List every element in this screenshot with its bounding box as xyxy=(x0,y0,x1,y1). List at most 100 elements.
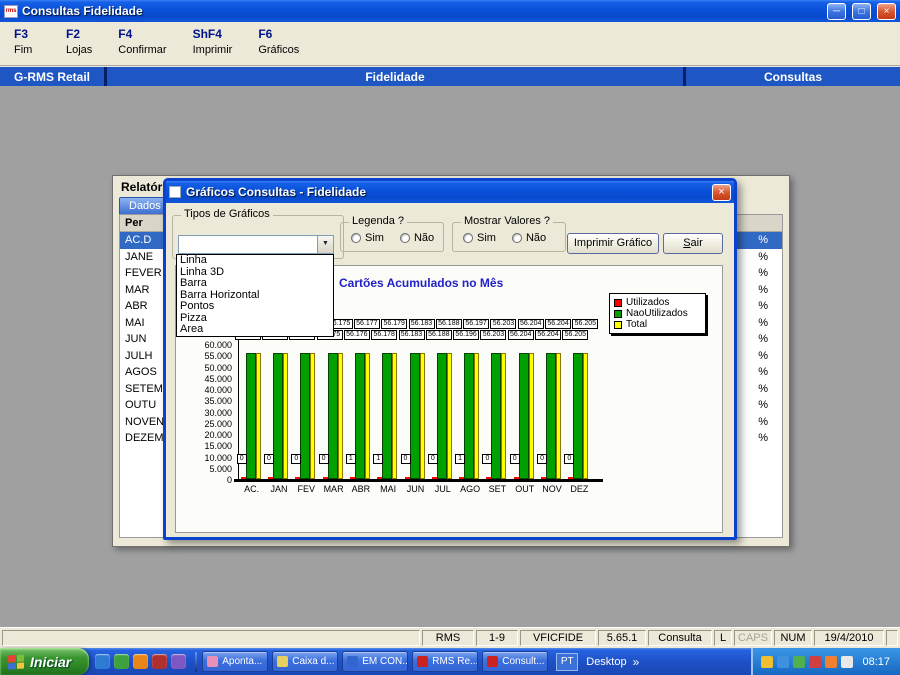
task-button-1[interactable]: Aponta... xyxy=(202,651,268,672)
legend-groupbox: Legenda ? Sim Não xyxy=(340,222,444,252)
chevron-right-icon[interactable]: » xyxy=(633,655,640,669)
quick-launch-icon-5[interactable] xyxy=(171,654,186,669)
window-title: Consultas Fidelidade xyxy=(22,4,821,18)
print-chart-button[interactable]: Imprimir Gráfico xyxy=(567,233,659,254)
y-axis-tick-label: 45.000 xyxy=(176,374,232,384)
task-button-4[interactable]: RMS Re... xyxy=(412,651,478,672)
row-percent: % xyxy=(758,432,777,444)
tray-icon-4[interactable] xyxy=(809,656,821,668)
quick-launch-icon-1[interactable] xyxy=(95,654,110,669)
status-mode: Consulta xyxy=(648,630,712,646)
value-label-naoutilizados: 56.178 xyxy=(371,330,397,340)
desktop-toolbar[interactable]: Desktop » xyxy=(586,655,639,669)
fkey-shf4-imprimir[interactable]: ShF4 Imprimir xyxy=(193,27,233,65)
row-label: AGOS xyxy=(125,366,157,378)
bar-naoutilizados xyxy=(546,353,556,479)
tray-icon-5[interactable] xyxy=(825,656,837,668)
start-label: Iniciar xyxy=(30,654,71,670)
bar-naoutilizados xyxy=(437,353,447,479)
chart-type-dropdown-list: Linha Linha 3D Barra Barra Horizontal Po… xyxy=(176,254,334,337)
bar-naoutilizados xyxy=(355,353,365,479)
dialog-close-button[interactable]: × xyxy=(712,184,731,201)
dialog-icon xyxy=(169,186,181,198)
quick-launch-icon-4[interactable] xyxy=(152,654,167,669)
y-axis-tick-label: 35.000 xyxy=(176,396,232,406)
status-date: 19/4/2010 xyxy=(814,630,884,646)
dropdown-option-pontos[interactable]: Pontos xyxy=(177,301,333,313)
task-label: RMS Re... xyxy=(432,656,478,667)
bar-total xyxy=(283,353,288,479)
x-axis-label: AC. xyxy=(237,484,267,494)
fkey-f2-lojas[interactable]: F2 Lojas xyxy=(66,27,92,65)
radio-icon xyxy=(400,233,410,243)
value-label-utilizados: 0 xyxy=(401,454,411,464)
row-label: DEZEM xyxy=(125,432,164,444)
row-percent: % xyxy=(758,366,777,378)
tray-icon-3[interactable] xyxy=(793,656,805,668)
window-icon xyxy=(487,656,498,667)
task-label: EM CON... xyxy=(362,656,408,667)
radio-label: Sim xyxy=(365,232,384,244)
restore-button[interactable]: □ xyxy=(852,3,871,20)
legend-nao-radio[interactable]: Não xyxy=(400,232,434,244)
bar-naoutilizados xyxy=(246,353,256,479)
taskbar: Iniciar Aponta... Caixa d... EM CON... R… xyxy=(0,648,900,675)
dropdown-option-barra-horizontal[interactable]: Barra Horizontal xyxy=(177,290,333,302)
window-icon xyxy=(417,656,428,667)
value-label-utilizados: 1 xyxy=(455,454,465,464)
dropdown-option-barra[interactable]: Barra xyxy=(177,278,333,290)
dropdown-option-area[interactable]: Área xyxy=(177,324,333,336)
fkey-f4-confirmar[interactable]: F4 Confirmar xyxy=(118,27,166,65)
language-indicator[interactable]: PT xyxy=(556,653,578,671)
dropdown-option-pizza[interactable]: Pizza xyxy=(177,313,333,325)
dropdown-option-linha3d[interactable]: Linha 3D xyxy=(177,267,333,279)
taskbar-clock: 08:17 xyxy=(862,656,890,668)
task-button-3[interactable]: EM CON... xyxy=(342,651,408,672)
legend-label: Total xyxy=(626,319,647,330)
legend-sim-radio[interactable]: Sim xyxy=(351,232,384,244)
start-button[interactable]: Iniciar xyxy=(0,648,89,675)
chart-type-combobox[interactable]: ▼ xyxy=(178,235,334,254)
y-axis-tick-label: 60.000 xyxy=(176,340,232,350)
x-axis-label: FEV xyxy=(291,484,321,494)
row-percent: % xyxy=(758,300,777,312)
fkey-f6-graficos[interactable]: F6 Gráficos xyxy=(258,27,299,65)
values-nao-radio[interactable]: Não xyxy=(512,232,546,244)
task-button-5[interactable]: Consult... xyxy=(482,651,548,672)
task-button-2[interactable]: Caixa d... xyxy=(272,651,338,672)
value-label-total: 56.188 xyxy=(436,319,462,329)
bar-total xyxy=(365,353,370,479)
x-axis-label: NOV xyxy=(537,484,567,494)
minimize-button[interactable]: ─ xyxy=(827,3,846,20)
app-header-product: G-RMS Retail xyxy=(0,70,104,84)
value-label-utilizados: 0 xyxy=(291,454,301,464)
values-sim-radio[interactable]: Sim xyxy=(463,232,496,244)
tray-icon-1[interactable] xyxy=(761,656,773,668)
bar-total xyxy=(420,353,425,479)
close-button[interactable]: × xyxy=(877,3,896,20)
fkey-f3-fim[interactable]: F3 Fim xyxy=(14,27,40,65)
y-axis-tick-label: 50.000 xyxy=(176,363,232,373)
app-header-bar: G-RMS Retail Fidelidade Consultas xyxy=(0,66,900,86)
chevron-down-icon[interactable]: ▼ xyxy=(317,236,333,253)
y-axis-tick-label: 5.000 xyxy=(176,464,232,474)
tray-icon-6[interactable] xyxy=(841,656,853,668)
exit-button[interactable]: Sair xyxy=(663,233,723,254)
row-percent: % xyxy=(758,267,777,279)
bar-total xyxy=(310,353,315,479)
quick-launch-icon-3[interactable] xyxy=(133,654,148,669)
legend-item: Utilizados xyxy=(614,297,701,308)
bar-naoutilizados xyxy=(382,353,392,479)
x-axis-label: ABR xyxy=(346,484,376,494)
quick-launch-icon-2[interactable] xyxy=(114,654,129,669)
status-end-spacer xyxy=(886,630,898,646)
legend-label: Utilizados xyxy=(626,297,669,308)
bar-total xyxy=(529,353,534,479)
dropdown-option-linha[interactable]: Linha xyxy=(177,255,333,267)
value-label-utilizados: 0 xyxy=(564,454,574,464)
x-axis-label: JUL xyxy=(428,484,458,494)
value-label-total: 56.179 xyxy=(381,319,407,329)
tray-icon-2[interactable] xyxy=(777,656,789,668)
window-icon xyxy=(347,656,358,667)
bar-total xyxy=(474,353,479,479)
